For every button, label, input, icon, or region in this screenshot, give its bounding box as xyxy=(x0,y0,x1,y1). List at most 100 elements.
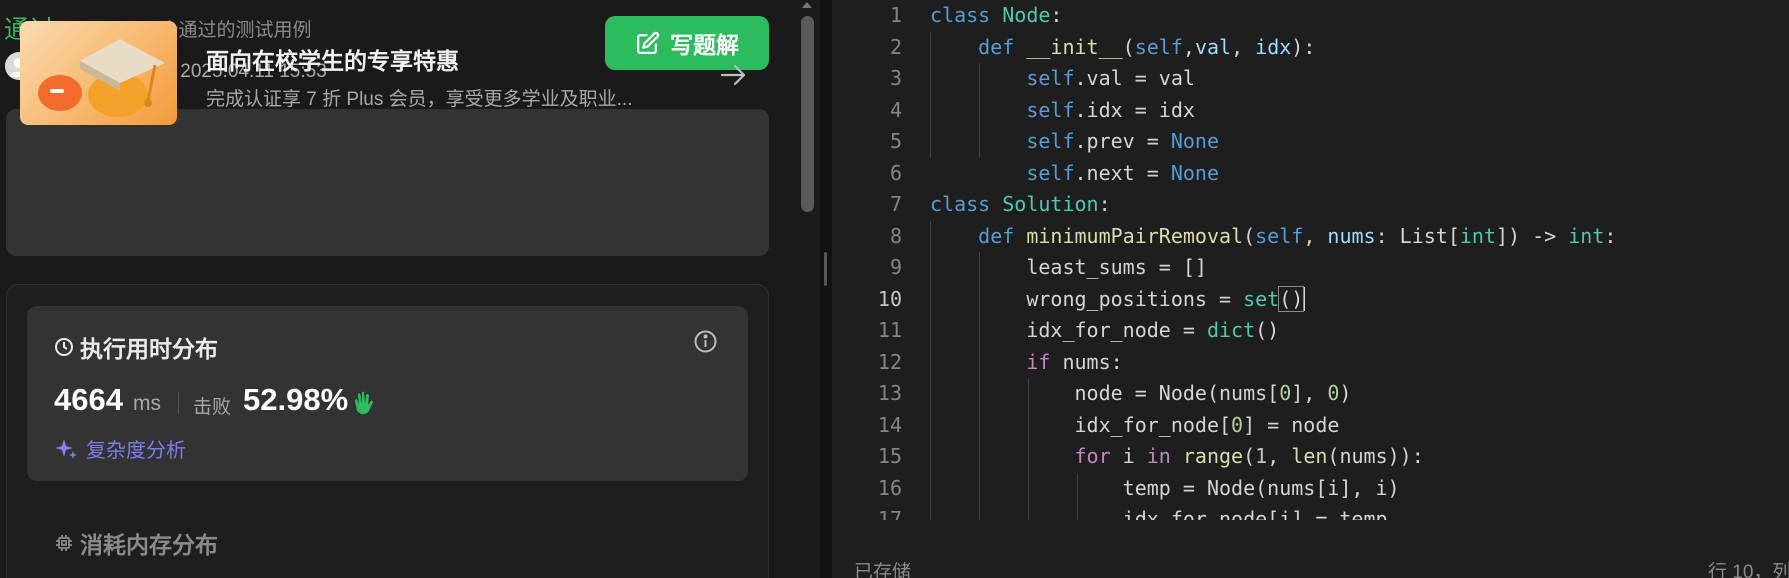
code-text[interactable]: class Solution: xyxy=(930,189,1111,221)
code-editor[interactable]: 1 class Node: 2 def __init__(self,val, idx… xyxy=(832,0,1789,578)
runtime-title: 执行用时分布 xyxy=(54,330,218,364)
panel-divider[interactable] xyxy=(820,0,832,578)
code-line[interactable]: 8 def minimumPairRemoval(self, nums: Lis… xyxy=(832,221,1789,253)
code-area[interactable]: 1 class Node: 2 def __init__(self,val, idx… xyxy=(832,0,1789,520)
student-promo-card[interactable] xyxy=(6,109,769,256)
code-text[interactable]: node = Node(nums[0], 0) xyxy=(930,378,1351,410)
info-icon[interactable] xyxy=(693,329,718,354)
code-text[interactable]: idx_for_node = dict() xyxy=(930,315,1279,347)
code-token: self xyxy=(1026,97,1075,122)
resize-handle[interactable] xyxy=(824,252,827,286)
code-token: : xyxy=(1050,3,1063,27)
code-token: range xyxy=(1182,444,1244,468)
line-number: 10 xyxy=(877,286,902,311)
code-token: .idx = idx xyxy=(1074,97,1195,122)
code-text[interactable]: self.val = val xyxy=(930,63,1195,95)
code-line[interactable]: 11 idx_for_node = dict() xyxy=(832,315,1789,347)
sparkle-icon xyxy=(55,438,77,459)
code-text[interactable]: def __init__(self,val, idx): xyxy=(930,32,1315,64)
arrow-right-icon[interactable] xyxy=(718,60,748,90)
code-token: self xyxy=(1026,160,1075,185)
code-token: (nums)): xyxy=(1327,444,1424,468)
line-number: 4 xyxy=(889,97,902,122)
edit-icon xyxy=(636,31,660,54)
code-token: wrong_positions = xyxy=(930,286,1244,311)
code-token: len xyxy=(1291,444,1328,468)
code-line[interactable]: 14 idx_for_node[0] = node xyxy=(832,410,1789,442)
runtime-title-label: 执行用时分布 xyxy=(80,336,218,362)
code-token: () xyxy=(1278,285,1305,312)
code-token: if xyxy=(1026,349,1063,374)
code-text[interactable]: for i in range(1, len(nums)): xyxy=(930,441,1424,473)
code-text[interactable]: self.prev = None xyxy=(930,126,1219,158)
cursor-position[interactable]: 行 10，列 xyxy=(1708,557,1789,578)
code-token: least_sums = [] xyxy=(930,255,1207,279)
code-line[interactable]: 13 node = Node(nums[0], 0) xyxy=(832,378,1789,410)
memory-title[interactable]: 消耗内存分布 xyxy=(54,526,218,560)
runtime-value: 4664 xyxy=(54,382,123,417)
code-line[interactable]: 9 least_sums = [] xyxy=(832,252,1789,284)
code-text[interactable]: self.next = None xyxy=(930,158,1219,190)
code-line[interactable]: 7 class Solution: xyxy=(832,189,1789,221)
code-text[interactable]: temp = Node(nums[i], i) xyxy=(930,473,1400,505)
code-text[interactable]: class Node: xyxy=(930,0,1062,32)
line-number: 6 xyxy=(889,160,902,185)
line-number: 9 xyxy=(889,255,902,279)
beats-label: 击败 xyxy=(193,397,232,418)
code-token: Solution xyxy=(1002,192,1099,216)
code-text[interactable]: least_sums = [] xyxy=(930,252,1207,284)
code-token: : xyxy=(1098,192,1111,216)
code-token: val xyxy=(1194,34,1232,59)
code-line[interactable]: 12 if nums: xyxy=(832,347,1789,379)
code-line[interactable]: 16 temp = Node(nums[i], i) xyxy=(832,473,1789,505)
submission-panel: 通过 680 / 680 个通过的测试用例 stur007 提交于 2025.0… xyxy=(0,0,820,578)
write-solution-label: 写题解 xyxy=(670,32,739,58)
code-token: for xyxy=(1074,444,1123,468)
code-token: 1 xyxy=(1255,444,1268,468)
code-token: self xyxy=(1134,34,1183,59)
code-line[interactable]: 2 def __init__(self,val, idx): xyxy=(832,32,1789,64)
code-line[interactable]: 17 idx_for_node[i] = temp xyxy=(832,504,1789,520)
scroll-up-icon[interactable] xyxy=(802,2,812,8)
complexity-analysis-link[interactable]: 复杂度分析 xyxy=(54,434,186,463)
code-token: ( xyxy=(1122,34,1135,59)
code-line[interactable]: 5 self.prev = None xyxy=(832,126,1789,158)
code-token: 0 xyxy=(1231,412,1244,437)
code-line[interactable]: 3 self.val = val xyxy=(832,63,1789,95)
graduation-cap-image xyxy=(20,21,177,125)
line-number: 15 xyxy=(877,444,902,468)
code-line[interactable]: 15 for i in range(1, len(nums)): xyxy=(832,441,1789,473)
code-token: : List[ xyxy=(1375,223,1460,248)
code-token: ): xyxy=(1291,34,1316,59)
code-line[interactable]: 6 self.next = None xyxy=(832,158,1789,190)
code-text[interactable]: idx_for_node[0] = node xyxy=(930,410,1339,442)
code-token: ]) -> xyxy=(1496,223,1569,248)
code-line[interactable]: 10 wrong_positions = set() xyxy=(832,284,1789,316)
code-text[interactable]: wrong_positions = set() xyxy=(930,284,1306,316)
chip-icon xyxy=(56,535,72,551)
code-line[interactable]: 1 class Node: xyxy=(832,0,1789,32)
code-token: nums: xyxy=(1062,349,1123,374)
line-number: 3 xyxy=(889,66,902,90)
code-text[interactable]: idx_for_node[i] = temp xyxy=(930,504,1388,520)
code-token: def xyxy=(978,223,1027,248)
code-token: ( xyxy=(1243,223,1256,248)
code-token: , xyxy=(1267,444,1292,468)
code-text[interactable]: if nums: xyxy=(930,347,1123,379)
memory-title-label: 消耗内存分布 xyxy=(80,532,218,558)
code-token: __init__ xyxy=(1026,34,1123,59)
code-text[interactable]: def minimumPairRemoval(self, nums: List[… xyxy=(930,221,1616,253)
code-line[interactable]: 4 self.idx = idx xyxy=(832,95,1789,127)
code-token: int xyxy=(1459,223,1496,248)
code-token: ) xyxy=(1339,381,1352,405)
code-token: : xyxy=(1604,223,1617,248)
code-token: self xyxy=(1255,223,1304,248)
scrollbar-thumb[interactable] xyxy=(801,16,814,212)
code-text[interactable]: self.idx = idx xyxy=(930,95,1195,127)
code-token: 0 xyxy=(1279,381,1292,405)
clock-icon xyxy=(55,338,73,356)
code-token: Node xyxy=(1002,3,1051,27)
